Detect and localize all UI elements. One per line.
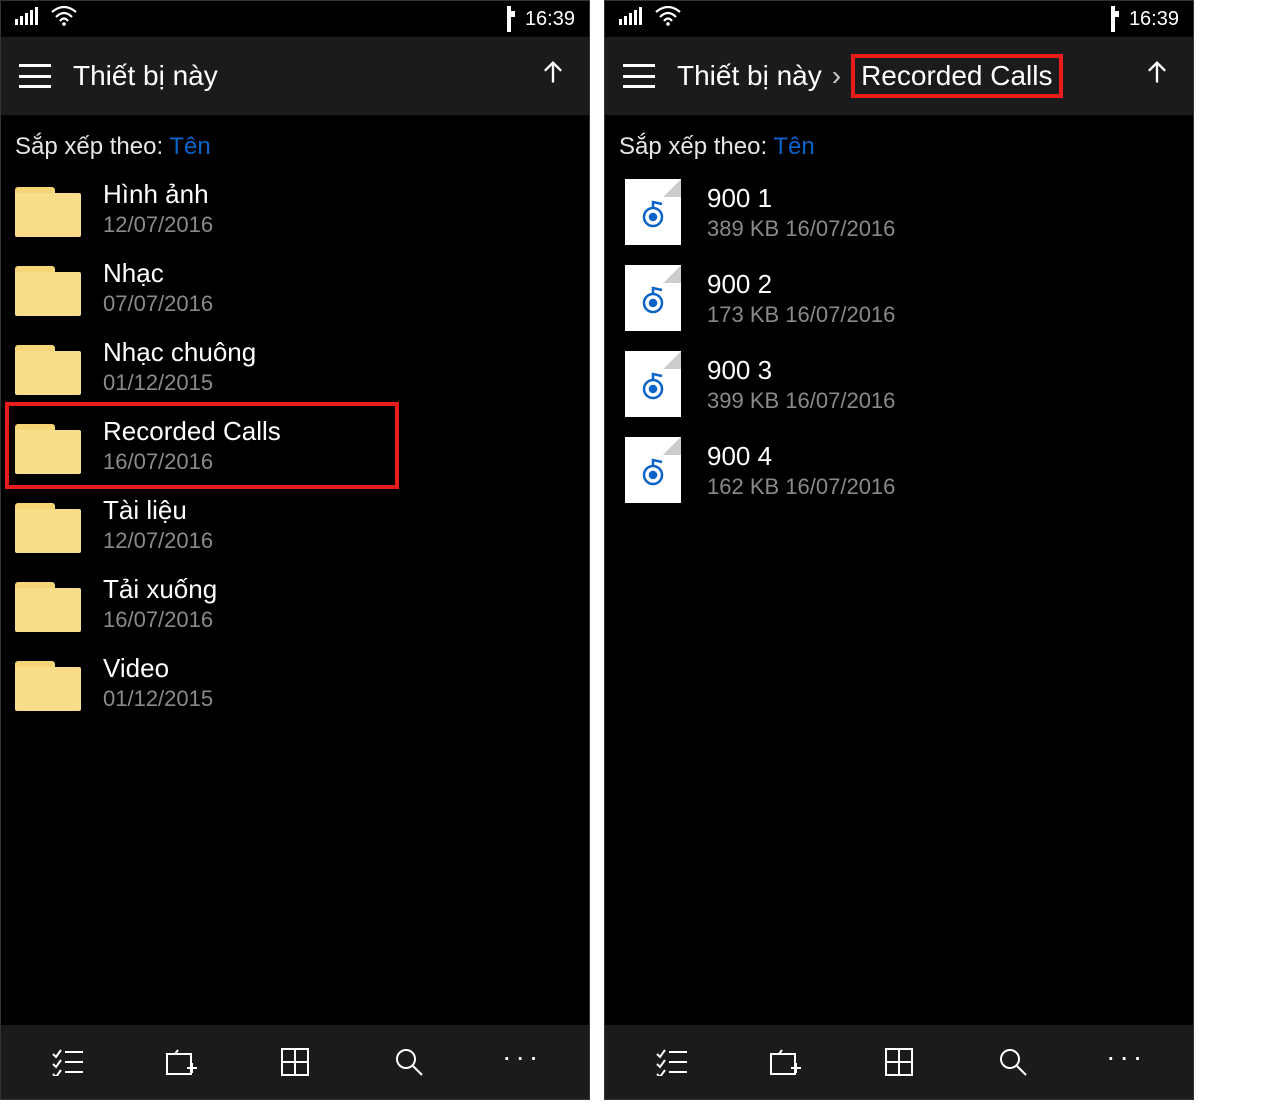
sort-value[interactable]: Tên bbox=[773, 133, 814, 160]
select-icon[interactable] bbox=[642, 1037, 702, 1087]
app-header: Thiết bị này bbox=[1, 37, 589, 115]
left-screen: 16:39 Thiết bị này Sắp xếp theo: Tên Hìn… bbox=[0, 0, 590, 1100]
status-bar: 16:39 bbox=[605, 1, 1193, 37]
search-icon[interactable] bbox=[983, 1037, 1043, 1087]
item-sub: 162 KB 16/07/2016 bbox=[707, 474, 895, 500]
more-icon[interactable]: ··· bbox=[492, 1037, 552, 1087]
folder-icon bbox=[15, 181, 81, 237]
sort-row[interactable]: Sắp xếp theo: Tên bbox=[605, 115, 1193, 169]
battery-icon bbox=[507, 8, 511, 31]
more-icon[interactable]: ··· bbox=[1096, 1037, 1156, 1087]
new-folder-icon[interactable] bbox=[755, 1037, 815, 1087]
item-date: 12/07/2016 bbox=[103, 212, 213, 238]
hamburger-icon[interactable] bbox=[19, 64, 51, 88]
bottom-bar: ··· bbox=[1, 1025, 589, 1099]
up-button[interactable] bbox=[1139, 58, 1175, 94]
highlight-box: Recorded Calls bbox=[851, 54, 1062, 98]
select-icon[interactable] bbox=[38, 1037, 98, 1087]
chevron-right-icon: › bbox=[832, 60, 841, 92]
item-name: 900 2 bbox=[707, 269, 895, 300]
breadcrumb[interactable]: Thiết bị này › Recorded Calls bbox=[677, 54, 1117, 98]
breadcrumb-root[interactable]: Thiết bị này bbox=[677, 60, 822, 92]
list-item[interactable]: 900 1 389 KB 16/07/2016 bbox=[605, 169, 1193, 255]
item-name: Nhạc bbox=[103, 258, 213, 289]
list-item[interactable]: Nhạc 07/07/2016 bbox=[1, 248, 589, 327]
item-date: 07/07/2016 bbox=[103, 291, 213, 317]
item-name: 900 1 bbox=[707, 183, 895, 214]
view-icon[interactable] bbox=[265, 1037, 325, 1087]
item-date: 01/12/2015 bbox=[103, 686, 213, 712]
item-name: Video bbox=[103, 653, 213, 684]
up-button[interactable] bbox=[535, 58, 571, 94]
item-name: Tài liệu bbox=[103, 495, 213, 526]
right-screen: 16:39 Thiết bị này › Recorded Calls Sắp … bbox=[604, 0, 1194, 1100]
item-name: 900 3 bbox=[707, 355, 895, 386]
status-bar: 16:39 bbox=[1, 1, 589, 37]
item-sub: 389 KB 16/07/2016 bbox=[707, 216, 895, 242]
audio-file-icon bbox=[625, 179, 681, 245]
hamburger-icon[interactable] bbox=[623, 64, 655, 88]
sort-label: Sắp xếp theo: bbox=[15, 133, 163, 160]
signal-icon bbox=[15, 7, 39, 31]
audio-file-icon bbox=[625, 265, 681, 331]
item-date: 01/12/2015 bbox=[103, 370, 256, 396]
battery-icon bbox=[1111, 8, 1115, 31]
item-sub: 173 KB 16/07/2016 bbox=[707, 302, 895, 328]
search-icon[interactable] bbox=[379, 1037, 439, 1087]
folder-list: Hình ảnh 12/07/2016 Nhạc 07/07/2016 Nhạc… bbox=[1, 169, 589, 1025]
clock: 16:39 bbox=[1129, 8, 1179, 31]
page-title: Thiết bị này bbox=[73, 60, 218, 92]
list-item[interactable]: Tải xuống 16/07/2016 bbox=[1, 564, 589, 643]
item-name: 900 4 bbox=[707, 441, 895, 472]
wifi-icon bbox=[51, 6, 77, 32]
file-list: 900 1 389 KB 16/07/2016 900 2 173 KB 16/… bbox=[605, 169, 1193, 1025]
list-item[interactable]: Nhạc chuông 01/12/2015 bbox=[1, 327, 589, 406]
wifi-icon bbox=[655, 6, 681, 32]
audio-file-icon bbox=[625, 351, 681, 417]
folder-icon bbox=[15, 497, 81, 553]
list-item[interactable]: Tài liệu 12/07/2016 bbox=[1, 485, 589, 564]
sort-label: Sắp xếp theo: bbox=[619, 133, 767, 160]
list-item[interactable]: 900 4 162 KB 16/07/2016 bbox=[605, 427, 1193, 513]
bottom-bar: ··· bbox=[605, 1025, 1193, 1099]
list-item[interactable]: Video 01/12/2015 bbox=[1, 643, 589, 722]
list-item[interactable]: 900 3 399 KB 16/07/2016 bbox=[605, 341, 1193, 427]
item-name: Hình ảnh bbox=[103, 179, 213, 210]
list-item[interactable]: 900 2 173 KB 16/07/2016 bbox=[605, 255, 1193, 341]
sort-row[interactable]: Sắp xếp theo: Tên bbox=[1, 115, 589, 169]
folder-icon bbox=[15, 655, 81, 711]
item-name: Recorded Calls bbox=[103, 416, 281, 447]
item-date: 16/07/2016 bbox=[103, 607, 217, 633]
item-date: 12/07/2016 bbox=[103, 528, 213, 554]
item-date: 16/07/2016 bbox=[103, 449, 281, 475]
folder-icon bbox=[15, 418, 81, 474]
signal-icon bbox=[619, 7, 643, 31]
clock: 16:39 bbox=[525, 8, 575, 31]
folder-icon bbox=[15, 339, 81, 395]
new-folder-icon[interactable] bbox=[151, 1037, 211, 1087]
view-icon[interactable] bbox=[869, 1037, 929, 1087]
app-header: Thiết bị này › Recorded Calls bbox=[605, 37, 1193, 115]
item-name: Tải xuống bbox=[103, 574, 217, 605]
breadcrumb-current: Recorded Calls bbox=[861, 60, 1052, 91]
folder-icon bbox=[15, 576, 81, 632]
item-name: Nhạc chuông bbox=[103, 337, 256, 368]
sort-value[interactable]: Tên bbox=[169, 133, 210, 160]
list-item-highlighted[interactable]: Recorded Calls 16/07/2016 bbox=[1, 406, 589, 485]
item-sub: 399 KB 16/07/2016 bbox=[707, 388, 895, 414]
audio-file-icon bbox=[625, 437, 681, 503]
list-item[interactable]: Hình ảnh 12/07/2016 bbox=[1, 169, 589, 248]
folder-icon bbox=[15, 260, 81, 316]
